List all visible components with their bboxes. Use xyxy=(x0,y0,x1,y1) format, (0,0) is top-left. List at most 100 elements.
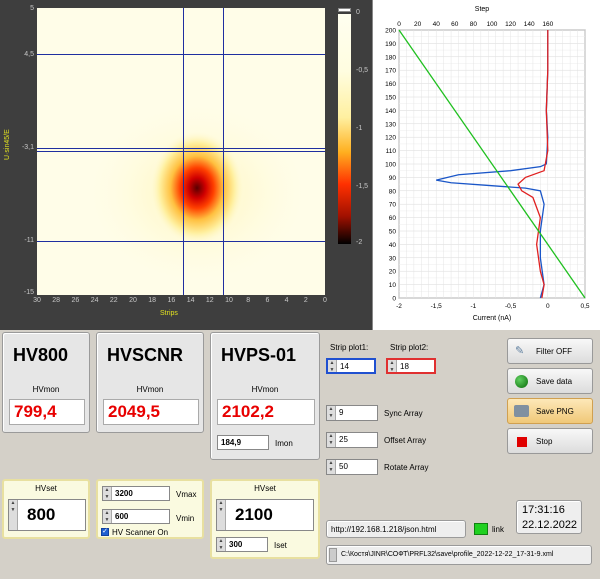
x-tick: 18 xyxy=(148,297,157,304)
link-led-icon xyxy=(474,523,488,535)
x-tick: 2 xyxy=(303,297,308,304)
vmax-label: Vmax xyxy=(176,490,197,499)
y-tick: 190 xyxy=(385,41,396,48)
y-tick: -11 xyxy=(24,237,34,244)
x-bottom-tick: -1,5 xyxy=(431,303,443,310)
hvset-input[interactable]: ▲ ▼ 800 xyxy=(8,499,86,531)
x-tick: 24 xyxy=(90,297,99,304)
x-top-tick: 160 xyxy=(542,21,553,28)
colorbar-tick: -2 xyxy=(356,239,363,246)
hvset-label: HVset xyxy=(35,484,57,493)
x-tick: 26 xyxy=(71,297,80,304)
url-text: http://192.168.1.218/json.html xyxy=(331,525,437,534)
grid-line xyxy=(223,8,224,295)
scanner-checkbox-label: HV Scanner On xyxy=(112,528,169,537)
stop-square-icon xyxy=(517,437,527,447)
grid-line xyxy=(37,151,325,152)
rotate-array-input[interactable]: ▲ ▼ 50 xyxy=(326,459,378,475)
hvmon-label: HVmon xyxy=(32,385,60,394)
x-tick: 8 xyxy=(246,297,251,304)
stepper-icon[interactable]: ▲ ▼ xyxy=(328,360,337,373)
hvmon-label: HVmon xyxy=(251,385,279,394)
stepper-icon[interactable]: ▲ ▼ xyxy=(388,360,397,373)
heatmap-plot-area[interactable] xyxy=(37,8,325,295)
hvmon-label: HVmon xyxy=(136,385,164,394)
stepper-icon[interactable]: ▲ ▼ xyxy=(327,406,336,420)
strip-plot2-label: Strip plot2: xyxy=(390,343,429,352)
x-top-tick: 120 xyxy=(505,21,516,28)
stop-button[interactable]: Stop xyxy=(507,428,593,454)
stepper-icon[interactable]: ▲ ▼ xyxy=(103,510,112,523)
grid-line xyxy=(37,54,325,55)
strip-plot1-label: Strip plot1: xyxy=(330,343,369,352)
sync-array-label: Sync Array xyxy=(384,409,423,418)
x-bottom-tick: -1 xyxy=(471,303,477,310)
stepper-icon[interactable]: ▲ ▼ xyxy=(217,538,226,551)
y-tick: 70 xyxy=(389,202,397,209)
heatmap-panel: 5 4,5 -3,1 -11 -15 30 28 26 24 22 20 18 16 14 12 1… xyxy=(0,0,372,330)
stepper-icon[interactable]: ▲ ▼ xyxy=(327,460,336,474)
x-top-tick: 40 xyxy=(433,21,441,28)
green-led-icon xyxy=(515,375,528,388)
x-top-tick: 80 xyxy=(470,21,478,28)
stepper-icon[interactable]: ▲ ▼ xyxy=(327,433,336,447)
y-tick: 30 xyxy=(389,255,397,262)
filter-button[interactable]: ✎ Filter OFF xyxy=(507,338,593,364)
scanner-checkbox[interactable]: ✓ xyxy=(101,528,109,536)
clock-date: 22.12.2022 xyxy=(522,519,578,531)
x-tick: 14 xyxy=(186,297,195,304)
colorbar-cap xyxy=(338,8,351,12)
device-name: HVSCNR xyxy=(107,345,184,365)
iset-label: Iset xyxy=(274,541,287,550)
stepper-icon[interactable]: ▲ ▼ xyxy=(9,500,18,530)
path-browse-icon[interactable] xyxy=(329,548,337,562)
x-tick: 30 xyxy=(33,297,41,304)
device-name: HV800 xyxy=(13,345,69,365)
path-text: C:\Костя\JINR\СОФТ\PRFL32\save\profile_2… xyxy=(341,551,554,558)
imon-value: 184,9 xyxy=(217,435,269,450)
heatmap-y-label: U·sin45/E xyxy=(4,129,11,160)
y-tick: 90 xyxy=(389,175,397,182)
hvset-label: HVset xyxy=(254,484,276,493)
x-top-tick: 100 xyxy=(487,21,498,28)
path-field[interactable]: C:\Костя\JINR\СОФТ\PRFL32\save\profile_2… xyxy=(326,545,592,565)
y-tick: 200 xyxy=(385,28,396,35)
hvmon-value: 2049,5 xyxy=(103,399,199,425)
y-tick: 50 xyxy=(389,229,397,236)
vmin-input[interactable]: ▲ ▼ 600 xyxy=(102,509,170,524)
sync-array-input[interactable]: ▲ ▼ 9 xyxy=(326,405,378,421)
x-tick: 0 xyxy=(323,297,327,304)
x-tick: 4 xyxy=(284,297,289,304)
device-panel-hvps01: HVPS-01 HVmon 2102,2 184,9 Imon xyxy=(210,332,320,460)
hvset-panel-hvps01: HVset ▲ ▼ 2100 ▲ ▼ 300 Iset xyxy=(210,479,320,559)
save-png-button[interactable]: Save PNG xyxy=(507,398,593,424)
profile-chart[interactable]: 2001901801701601501401301201101009080706… xyxy=(373,0,600,330)
y-tick: 150 xyxy=(385,95,396,102)
x-bottom-tick: 0,5 xyxy=(580,303,589,310)
iset-input[interactable]: ▲ ▼ 300 xyxy=(216,537,268,552)
y-tick: 10 xyxy=(389,282,397,289)
y-tick: 160 xyxy=(385,81,396,88)
device-name: HVPS-01 xyxy=(221,345,297,365)
vmin-label: Vmin xyxy=(176,514,195,523)
offset-array-input[interactable]: ▲ ▼ 25 xyxy=(326,432,378,448)
vmax-input[interactable]: ▲ ▼ 3200 xyxy=(102,486,170,501)
stepper-icon[interactable]: ▲ ▼ xyxy=(217,500,226,530)
y-tick: 180 xyxy=(385,54,396,61)
y-tick: 120 xyxy=(385,135,396,142)
strip-plot2-input[interactable]: ▲ ▼ 18 xyxy=(386,358,436,374)
grid-line xyxy=(183,8,184,295)
strip-plot1-input[interactable]: ▲ ▼ 14 xyxy=(326,358,376,374)
colorbar-tick: -1,5 xyxy=(356,183,369,190)
url-field[interactable]: http://192.168.1.218/json.html xyxy=(326,520,466,538)
y-tick: 20 xyxy=(389,269,397,276)
stepper-icon[interactable]: ▲ ▼ xyxy=(103,487,112,500)
y-tick: 140 xyxy=(385,108,396,115)
x-bottom-tick: -0,5 xyxy=(505,303,517,310)
y-tick: 100 xyxy=(385,162,396,169)
colorbar-tick: -0,5 xyxy=(356,67,369,74)
hvset-input[interactable]: ▲ ▼ 2100 xyxy=(216,499,314,531)
x-top-tick: 0 xyxy=(397,21,401,28)
y-tick: 110 xyxy=(386,148,397,155)
save-data-button[interactable]: Save data xyxy=(507,368,593,394)
